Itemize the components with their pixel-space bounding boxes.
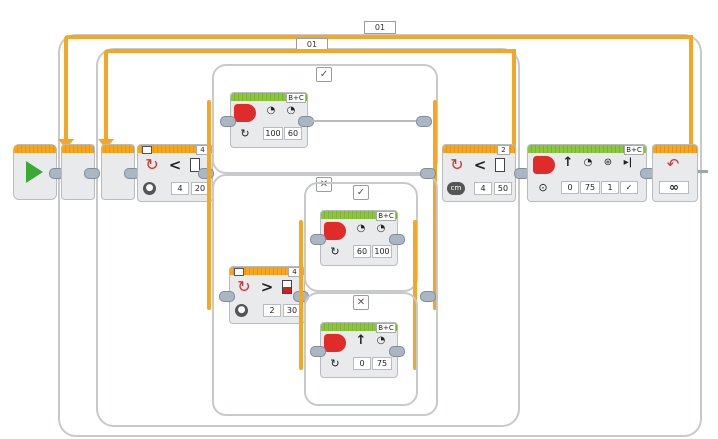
threshold-icon <box>282 280 292 294</box>
loop-end-header <box>653 145 697 153</box>
mode-icon[interactable]: ↻ <box>238 127 252 140</box>
sensor-icon-small <box>234 268 244 276</box>
sequence-plug <box>219 291 235 302</box>
motor-ports[interactable]: B+C <box>376 323 396 333</box>
rotations-icon: ⊛ <box>603 157 613 168</box>
inner-loop-wire-right <box>512 49 516 149</box>
inner-loop-start-header <box>102 145 134 153</box>
threshold-icon <box>495 158 505 172</box>
exit-value-a[interactable]: 4 <box>474 182 492 195</box>
power-right-icon: ◔ <box>376 223 386 234</box>
loop-mode-value[interactable]: ∞ <box>659 181 689 194</box>
sequence-plug <box>310 346 326 357</box>
motor-ports[interactable]: B+C <box>376 211 396 221</box>
color-sensor-icon: ↻ <box>237 277 251 296</box>
power-icon: ◔ <box>583 157 593 168</box>
outer-loop-wire-top <box>66 35 691 39</box>
sequence-wire <box>312 120 416 122</box>
sequence-plug <box>416 116 432 127</box>
steering-value[interactable]: 0 <box>561 181 579 194</box>
mode-icon[interactable]: ↻ <box>328 245 342 258</box>
power-icon: ◔ <box>376 335 386 346</box>
inner-loop-wire-top <box>106 49 515 53</box>
sequence-plug <box>220 116 236 127</box>
power-value[interactable]: 75 <box>372 357 392 370</box>
sensor-port[interactable]: 2 <box>497 145 510 155</box>
start-block-header <box>14 145 56 153</box>
sequence-plug <box>84 168 100 179</box>
steering-move-block[interactable]: B+C ↑ ◔ ↻ 0 75 <box>320 322 398 378</box>
nested-value-a[interactable]: 2 <box>263 304 281 317</box>
sequence-plug <box>198 168 214 179</box>
color-sensor-icon: ↻ <box>145 155 159 174</box>
loop-exit-sensor-block[interactable]: 2 ↻ < cm 4 50 <box>442 144 516 202</box>
large-motor-icon <box>234 104 256 122</box>
large-motor-icon <box>324 334 346 352</box>
mode-icon[interactable]: ⊙ <box>536 181 550 194</box>
operator-symbol: < <box>168 156 182 174</box>
rotations-value[interactable]: 1 <box>601 181 619 194</box>
power-right-value[interactable]: 100 <box>372 245 392 258</box>
brake-icon: ▸| <box>623 157 633 168</box>
nested-wire-left <box>299 220 303 370</box>
power-right-icon: ◔ <box>286 105 296 116</box>
exit-value-b[interactable]: 50 <box>494 182 512 195</box>
operator-symbol: > <box>260 278 274 296</box>
large-motor-icon <box>324 222 346 240</box>
power-left-icon: ◔ <box>266 105 276 116</box>
sequence-plug <box>420 291 436 302</box>
operator-symbol: < <box>473 156 487 174</box>
switch-wire-left <box>207 100 211 310</box>
power-value[interactable]: 75 <box>580 181 600 194</box>
nested-tank-move-block[interactable]: B+C ◔ ◔ ↻ 60 100 <box>320 210 398 266</box>
mode-icon[interactable]: ↻ <box>328 357 342 370</box>
nested-false-tab[interactable]: ✕ <box>353 295 369 310</box>
motor-ports[interactable]: B+C <box>624 145 644 155</box>
play-icon <box>26 161 43 183</box>
nested-true-tab[interactable]: ✓ <box>353 185 369 200</box>
loop-icon: ↶ <box>666 155 680 173</box>
outer-loop-name[interactable]: 01 <box>364 21 396 34</box>
mode-selector[interactable]: cm <box>447 182 465 195</box>
power-left-value[interactable]: 60 <box>353 245 371 258</box>
sequence-plug <box>389 346 405 357</box>
inner-loop-wire-left <box>104 49 108 143</box>
sequence-plug <box>420 168 436 179</box>
motor-ports[interactable]: B+C <box>286 93 306 103</box>
outer-loop-start-header <box>62 145 94 153</box>
power-left-icon: ◔ <box>356 223 366 234</box>
exit-plug <box>698 170 708 173</box>
mode-selector[interactable]: ● <box>143 182 156 195</box>
power-left-value[interactable]: 100 <box>263 127 283 140</box>
tank-move-block[interactable]: B+C ◔ ◔ ↻ 100 60 <box>230 92 308 148</box>
steering-arrow-icon: ↑ <box>355 333 367 348</box>
outer-loop-end-block[interactable]: ↶ ∞ <box>652 144 698 202</box>
sequence-plug <box>310 234 326 245</box>
outer-loop-wire-right <box>689 35 693 150</box>
steering-arrow-icon: ↑ <box>562 155 574 170</box>
large-motor-icon <box>533 156 555 174</box>
color-sensor-icon: ↻ <box>450 155 464 174</box>
mode-selector[interactable]: ● <box>235 304 248 317</box>
steering-value[interactable]: 0 <box>353 357 371 370</box>
switch-value-a[interactable]: 4 <box>171 182 189 195</box>
switch-true-tab[interactable]: ✓ <box>316 67 332 82</box>
power-right-value[interactable]: 60 <box>284 127 302 140</box>
outer-loop-wire-left <box>64 35 68 143</box>
move-steering-block[interactable]: B+C ↑ ◔ ⊛ ▸| ⊙ 0 75 1 ✓ <box>527 144 647 202</box>
brake-value[interactable]: ✓ <box>620 181 638 194</box>
sensor-icon-small <box>142 146 152 154</box>
sequence-plug <box>389 234 405 245</box>
